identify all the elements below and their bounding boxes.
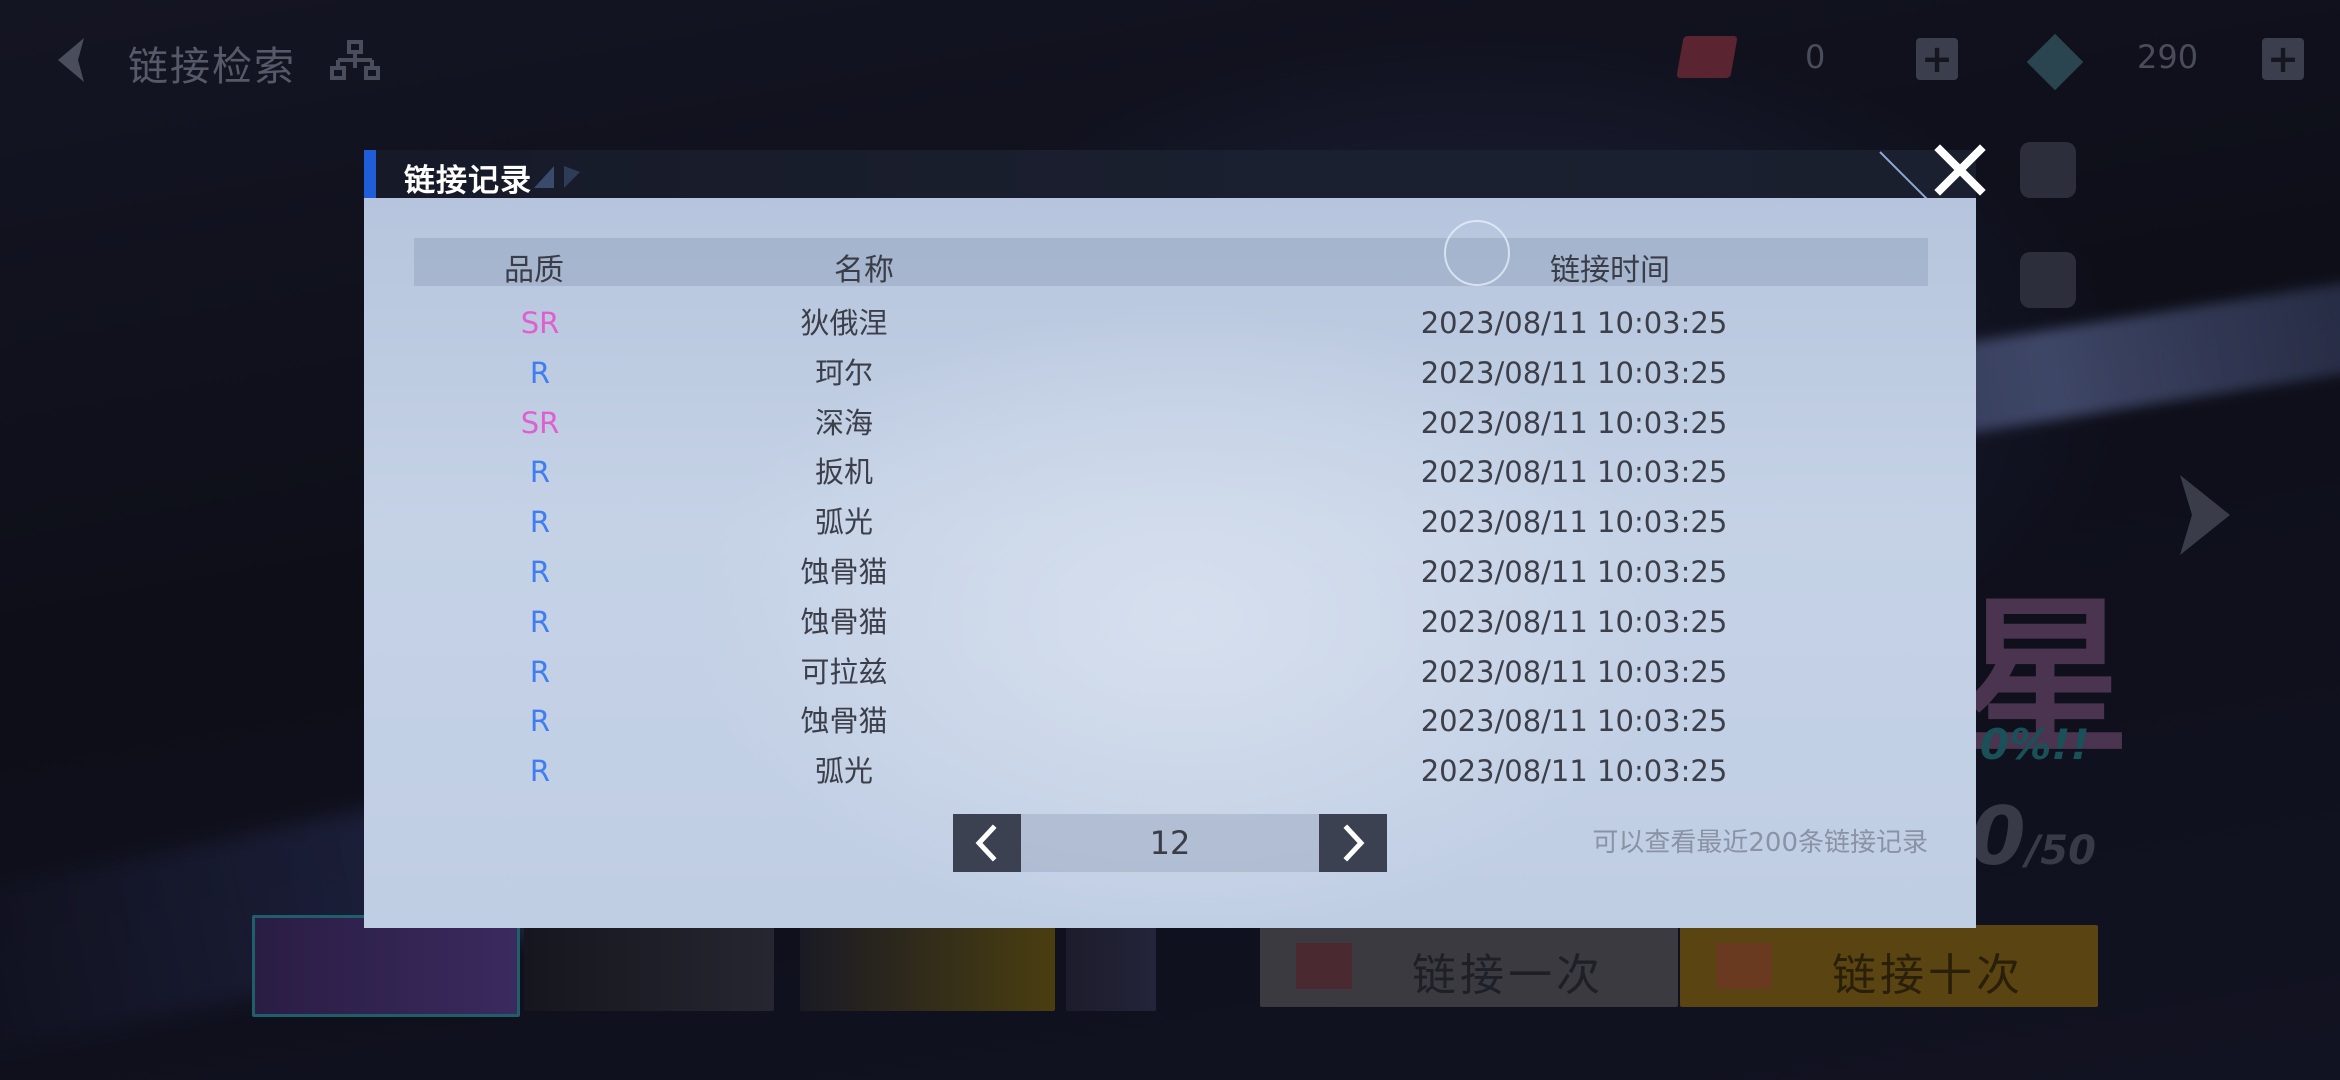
time-cell: 2023/08/11 10:03:25 xyxy=(1420,654,1728,689)
name-cell: 弧光 xyxy=(814,754,873,789)
name-cell: 蚀骨猫 xyxy=(800,704,888,739)
screen-title: 链接检索 xyxy=(128,44,296,90)
gem-count: 290 xyxy=(2137,38,2199,76)
name-cell: 弧光 xyxy=(814,505,873,540)
name-cell: 深海 xyxy=(814,405,873,440)
table-row: R 蚀骨猫 2023/08/11 10:03:25 xyxy=(414,597,1928,647)
next-banner-arrow-icon[interactable] xyxy=(2170,470,2240,560)
pity-counter-max: /50 xyxy=(2025,828,2096,874)
name-cell: 可拉兹 xyxy=(800,654,888,689)
column-header-name: 名称 xyxy=(834,253,894,288)
quality-cell: R xyxy=(529,654,551,689)
record-limit-hint: 可以查看最近200条链接记录 xyxy=(1592,828,1928,858)
pull-once-button[interactable]: 链接一次 xyxy=(1260,925,1678,1007)
dialog-title: 链接记录 xyxy=(404,163,532,199)
time-cell: 2023/08/11 10:03:25 xyxy=(1420,754,1728,789)
time-cell: 2023/08/11 10:03:25 xyxy=(1420,405,1728,440)
column-header-time: 链接时间 xyxy=(1550,253,1670,288)
name-cell: 扳机 xyxy=(814,455,873,490)
dialog-header: 链接记录 xyxy=(364,150,1976,199)
ticket-icon xyxy=(1676,36,1738,78)
focus-indicator xyxy=(1444,220,1510,286)
banner-tab[interactable] xyxy=(1066,925,1156,1011)
quality-cell: R xyxy=(529,555,551,589)
pull-ten-label: 链接十次 xyxy=(1832,950,2024,1001)
time-cell: 2023/08/11 10:03:25 xyxy=(1420,306,1728,340)
add-ticket-button[interactable]: + xyxy=(1916,38,1958,80)
quality-cell: R xyxy=(529,754,551,789)
table-row: SR 狄俄涅 2023/08/11 10:03:25 xyxy=(414,298,1928,348)
quality-cell: SR xyxy=(520,405,560,440)
banner-tab[interactable] xyxy=(524,925,774,1011)
pity-counter-value: 0 xyxy=(1970,790,2026,883)
top-bar: 链接检索 0 + 290 + xyxy=(0,0,2340,120)
pull-ten-button[interactable]: 链接十次 xyxy=(1680,925,2098,1007)
ticket-count: 0 xyxy=(1805,38,1826,76)
name-cell: 蚀骨猫 xyxy=(800,604,888,639)
table-row: R 扳机 2023/08/11 10:03:25 xyxy=(414,447,1928,497)
table-row: R 弧光 2023/08/11 10:03:25 xyxy=(414,746,1928,796)
page-indicator: 12 xyxy=(1021,814,1319,872)
ticket-icon xyxy=(1716,943,1772,989)
header-decoration-icon xyxy=(534,166,580,188)
quality-cell: R xyxy=(529,355,551,390)
quality-cell: R xyxy=(529,505,551,540)
table-row: R 弧光 2023/08/11 10:03:25 xyxy=(414,497,1928,547)
quality-cell: R xyxy=(529,455,551,490)
rate-up-text: 0%!! xyxy=(1980,720,2090,769)
name-cell: 蚀骨猫 xyxy=(800,555,888,589)
add-gem-button[interactable]: + xyxy=(2262,38,2304,80)
name-cell: 珂尔 xyxy=(814,355,873,390)
quality-cell: R xyxy=(529,604,551,639)
banner-tab[interactable] xyxy=(800,925,1055,1011)
close-icon[interactable] xyxy=(1932,142,1988,198)
ticket-icon xyxy=(1296,943,1352,989)
time-cell: 2023/08/11 10:03:25 xyxy=(1420,455,1728,490)
hierarchy-icon[interactable] xyxy=(330,40,380,82)
table-header: 品质 名称 链接时间 xyxy=(414,220,1928,288)
time-cell: 2023/08/11 10:03:25 xyxy=(1420,505,1728,540)
time-cell: 2023/08/11 10:03:25 xyxy=(1420,555,1728,589)
gem-icon xyxy=(2026,33,2084,91)
back-arrow-icon[interactable] xyxy=(48,34,96,86)
table-row: R 可拉兹 2023/08/11 10:03:25 xyxy=(414,647,1928,697)
time-cell: 2023/08/11 10:03:25 xyxy=(1420,604,1728,639)
column-header-quality: 品质 xyxy=(504,253,564,288)
table-row: R 珂尔 2023/08/11 10:03:25 xyxy=(414,348,1928,398)
time-cell: 2023/08/11 10:03:25 xyxy=(1420,355,1728,390)
table-row: R 蚀骨猫 2023/08/11 10:03:25 xyxy=(414,547,1928,597)
page-number: 12 xyxy=(1149,824,1191,862)
record-icon[interactable] xyxy=(2020,252,2076,308)
table-row: R 蚀骨猫 2023/08/11 10:03:25 xyxy=(414,696,1928,746)
quality-cell: R xyxy=(529,704,551,739)
prev-page-button[interactable] xyxy=(953,814,1021,872)
info-icon[interactable] xyxy=(2020,142,2076,198)
banner-tab-active[interactable] xyxy=(252,915,520,1017)
quality-cell: SR xyxy=(520,306,560,340)
pull-once-label: 链接一次 xyxy=(1412,950,1604,1001)
time-cell: 2023/08/11 10:03:25 xyxy=(1420,704,1728,739)
table-row: SR 深海 2023/08/11 10:03:25 xyxy=(414,398,1928,448)
pagination: 12 xyxy=(953,814,1387,872)
name-cell: 狄俄涅 xyxy=(800,306,888,340)
pity-counter: 0/50 xyxy=(1970,790,2096,883)
next-page-button[interactable] xyxy=(1319,814,1387,872)
header-accent-bar xyxy=(364,150,376,198)
